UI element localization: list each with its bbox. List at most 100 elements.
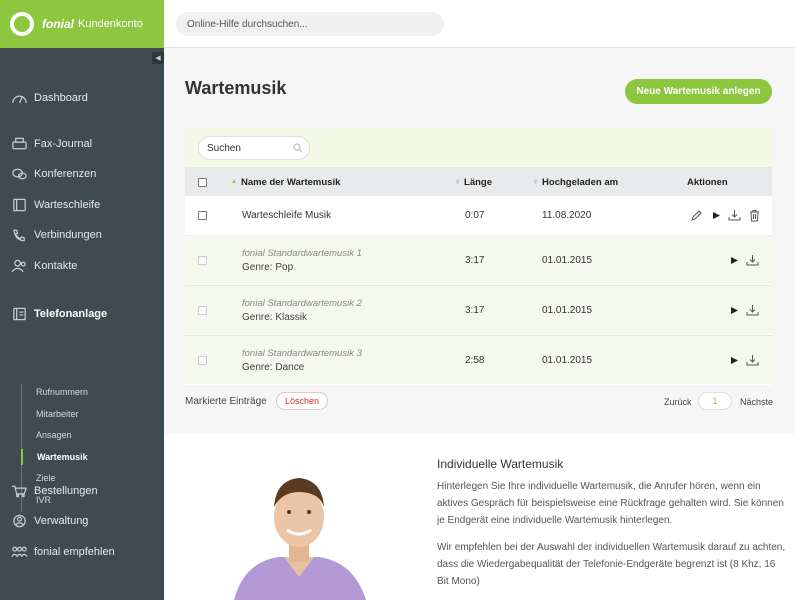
row-checkbox[interactable]: [198, 196, 207, 235]
music-name: fonial Standardwartemusik 3: [242, 347, 362, 359]
table-header: ▲ Name der Wartemusik ⇕ Länge ⇕ Hochgela…: [185, 168, 772, 196]
info-paragraph-2: Wir empfehlen bei der Auswahl der indivi…: [437, 542, 786, 587]
music-name: fonial Standardwartemusik 2: [242, 297, 362, 309]
music-name: fonial Standardwartemusik 1: [242, 247, 362, 259]
table-row: fonial Standardwartemusik 2 Genre: Klass…: [185, 285, 772, 334]
sidebar-item-verwaltung[interactable]: Verwaltung: [0, 509, 164, 533]
info-paragraph-1: Hinterlegen Sie Ihre individuelle Wartem…: [437, 481, 784, 526]
sidebar: ◀ Dashboard Fax-Journal Konferenzen Wart…: [0, 48, 164, 600]
bulk-label: Markierte Einträge: [185, 396, 267, 407]
sort-asc-icon: ▲: [231, 179, 237, 185]
music-length: 2:58: [465, 354, 485, 366]
subnav-item-ansagen[interactable]: Ansagen: [22, 427, 72, 443]
row-checkbox: [198, 336, 207, 384]
delete-selected-button[interactable]: Löschen: [276, 392, 328, 410]
column-name-header[interactable]: ▲ Name der Wartemusik: [231, 168, 340, 196]
pagination-next[interactable]: Nächste: [740, 397, 773, 407]
pbx-icon: [10, 307, 28, 321]
column-actions-header: Aktionen: [687, 176, 728, 188]
play-icon[interactable]: [710, 196, 723, 235]
sidebar-item-label: Konferenzen: [34, 168, 97, 180]
help-search-input[interactable]: [176, 12, 444, 36]
user-circle-icon: [10, 514, 28, 528]
sidebar-item-label: Verbindungen: [34, 229, 102, 241]
chat-bubbles-icon: [10, 167, 28, 181]
sidebar-item-label: Telefonanlage: [34, 308, 108, 320]
table-filter-bar: [185, 128, 772, 168]
table-row: fonial Standardwartemusik 3 Genre: Dance…: [185, 335, 772, 384]
column-uploaded-header[interactable]: ⇕ Hochgeladen am: [533, 168, 618, 196]
new-music-button[interactable]: Neue Wartemusik anlegen: [625, 79, 772, 104]
music-genre: Genre: Pop: [242, 261, 294, 273]
sidebar-item-label: Fax-Journal: [34, 138, 93, 150]
chevron-left-icon[interactable]: ◀: [152, 52, 164, 64]
contacts-icon: [10, 259, 28, 273]
column-length-header[interactable]: ⇕ Länge: [455, 168, 492, 196]
download-icon[interactable]: [746, 236, 759, 284]
sidebar-item-verbindungen[interactable]: Verbindungen: [0, 223, 164, 247]
music-upload-date: 01.01.2015: [542, 254, 593, 266]
table-row: Warteschleife Musik 0:07 11.08.2020: [185, 196, 772, 235]
download-icon[interactable]: [746, 336, 759, 384]
trash-icon[interactable]: [748, 196, 761, 235]
subnav-item-mitarbeiter[interactable]: Mitarbeiter: [22, 406, 79, 422]
info-section: Individuelle Wartemusik Hinterlegen Sie …: [164, 434, 795, 600]
sidebar-item-label: fonial empfehlen: [34, 546, 115, 558]
music-upload-date: 01.01.2015: [542, 304, 593, 316]
brand-name: fonial: [42, 17, 74, 31]
sidebar-item-kontakte[interactable]: Kontakte: [0, 254, 164, 278]
music-upload-date: 01.01.2015: [542, 354, 593, 366]
download-icon[interactable]: [746, 286, 759, 334]
row-checkbox: [198, 236, 207, 284]
music-table: ▲ Name der Wartemusik ⇕ Länge ⇕ Hochgela…: [185, 128, 772, 385]
sidebar-item-fonial-empfehlen[interactable]: fonial empfehlen: [0, 540, 164, 564]
subnav-item-wartemusik[interactable]: Wartemusik: [21, 449, 88, 465]
play-icon[interactable]: [728, 336, 741, 384]
pagination-current-page[interactable]: 1: [698, 392, 732, 410]
users-recommend-icon: [10, 545, 28, 559]
brand-subtitle: Kundenkonto: [78, 18, 143, 30]
music-genre: Genre: Klassik: [242, 311, 308, 323]
music-name: Warteschleife Musik: [242, 210, 332, 221]
select-all-checkbox[interactable]: [198, 168, 207, 196]
play-icon[interactable]: [728, 236, 741, 284]
table-row: fonial Standardwartemusik 1 Genre: Pop 3…: [185, 235, 772, 284]
bulk-actions-bar: Markierte Einträge Löschen Zurück 1 Näch…: [185, 391, 773, 413]
search-icon: [293, 143, 303, 153]
subnav-item-rufnummern[interactable]: Rufnummern: [22, 384, 88, 400]
sidebar-item-warteschleife[interactable]: Warteschleife: [0, 193, 164, 217]
top-bar: fonial Kundenkonto: [0, 0, 795, 48]
sort-icon: ⇕: [455, 179, 461, 186]
music-upload-date: 11.08.2020: [542, 210, 592, 221]
sidebar-item-label: Bestellungen: [34, 485, 98, 497]
sidebar-item-label: Verwaltung: [34, 515, 89, 527]
play-icon[interactable]: [728, 286, 741, 334]
phone-icon: [10, 228, 28, 242]
sidebar-item-label: Kontakte: [34, 260, 78, 272]
sidebar-item-label: Warteschleife: [34, 199, 101, 211]
sidebar-item-dashboard[interactable]: Dashboard: [0, 86, 164, 110]
info-title: Individuelle Wartemusik: [437, 457, 564, 471]
music-genre: Genre: Dance: [242, 361, 305, 373]
person-photo: [234, 478, 366, 600]
pencil-icon[interactable]: [690, 196, 703, 235]
sidebar-item-label: Dashboard: [34, 92, 88, 104]
sidebar-item-konferenzen[interactable]: Konferenzen: [0, 162, 164, 186]
page-title: Wartemusik: [185, 78, 287, 98]
main-content: Wartemusik Neue Wartemusik anlegen ▲ Nam…: [164, 48, 795, 434]
row-checkbox: [198, 286, 207, 334]
download-icon[interactable]: [728, 196, 741, 235]
sort-icon: ⇕: [533, 179, 539, 186]
sidebar-item-telefonanlage[interactable]: Telefonanlage: [0, 302, 164, 326]
cart-icon: [10, 484, 28, 498]
pagination-prev[interactable]: Zurück: [664, 397, 692, 407]
music-length: 3:17: [465, 304, 485, 316]
brand-logo[interactable]: fonial Kundenkonto: [0, 0, 164, 48]
sidebar-item-fax-journal[interactable]: Fax-Journal: [0, 132, 164, 156]
music-length: 3:17: [465, 254, 485, 266]
queue-icon: [10, 198, 28, 212]
speedometer-icon: [10, 91, 28, 105]
sidebar-item-bestellungen[interactable]: Bestellungen: [0, 479, 164, 503]
fonial-logo-icon: [10, 12, 34, 36]
fax-icon: [10, 137, 28, 151]
